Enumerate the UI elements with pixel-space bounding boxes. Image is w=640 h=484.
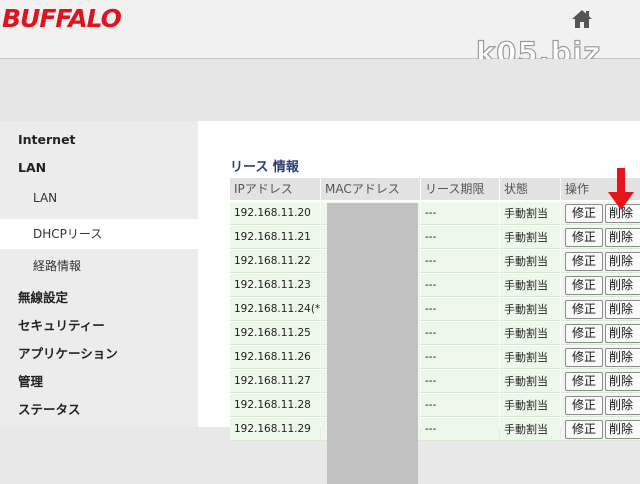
state-cell: 手動割当	[500, 274, 560, 297]
lease-expiry-cell: ---	[421, 274, 499, 297]
ip-address-cell: 192.168.11.27	[230, 370, 320, 393]
table-row: 192.168.11.25 --- 手動割当 修正 削除	[230, 322, 640, 346]
lease-expiry-cell: ---	[421, 202, 499, 225]
edit-button[interactable]: 修正	[565, 204, 603, 223]
delete-button[interactable]: 削除	[605, 324, 640, 343]
table-row: 192.168.11.23 --- 手動割当 修正 削除	[230, 274, 640, 298]
header: BUFFALO k05.biz	[0, 0, 640, 71]
table-row: 192.168.11.21 --- 手動割当 修正 削除	[230, 226, 640, 250]
ip-address-cell: 192.168.11.28	[230, 394, 320, 417]
operations-cell: 修正 削除	[561, 418, 640, 441]
ip-address-cell: 192.168.11.29	[230, 418, 320, 441]
lease-expiry-cell: ---	[421, 394, 499, 417]
edit-button[interactable]: 修正	[565, 252, 603, 271]
ip-address-cell: 192.168.11.26	[230, 346, 320, 369]
operations-cell: 修正 削除	[561, 370, 640, 393]
sidebar-item-7[interactable]: アプリケーション	[0, 341, 198, 367]
sidebar-item-9[interactable]: ステータス	[0, 397, 198, 423]
table-row: 192.168.11.29 --- 手動割当 修正 削除	[230, 418, 640, 442]
state-cell: 手動割当	[500, 226, 560, 249]
table-row: 192.168.11.24(*) --- 手動割当 修正 削除	[230, 298, 640, 322]
lease-expiry-cell: ---	[421, 226, 499, 249]
column-header-mac: MACアドレス	[321, 178, 420, 200]
home-icon[interactable]	[571, 8, 593, 30]
page-title: リース 情報	[230, 160, 299, 175]
state-cell: 手動割当	[500, 370, 560, 393]
delete-button[interactable]: 削除	[605, 396, 640, 415]
delete-button[interactable]: 削除	[605, 276, 640, 295]
arrow-down-icon	[608, 168, 634, 210]
sidebar-item-1[interactable]: LAN	[0, 155, 198, 181]
edit-button[interactable]: 修正	[565, 300, 603, 319]
operations-cell: 修正 削除	[561, 274, 640, 297]
buffalo-logo: BUFFALO	[2, 4, 122, 33]
column-header-state: 状態	[500, 178, 560, 200]
delete-button[interactable]: 削除	[605, 228, 640, 247]
delete-button[interactable]: 削除	[605, 420, 640, 439]
header-band	[0, 59, 640, 121]
delete-button[interactable]: 削除	[605, 252, 640, 271]
operations-cell: 修正 削除	[561, 226, 640, 249]
sidebar-item-2[interactable]: LAN	[0, 185, 198, 211]
state-cell: 手動割当	[500, 298, 560, 321]
lease-expiry-cell: ---	[421, 346, 499, 369]
lease-expiry-cell: ---	[421, 250, 499, 273]
table-header: IPアドレス MACアドレス リース期限 状態 操作	[230, 178, 640, 200]
ip-address-cell: 192.168.11.21	[230, 226, 320, 249]
state-cell: 手動割当	[500, 346, 560, 369]
table-row: 192.168.11.26 --- 手動割当 修正 削除	[230, 346, 640, 370]
state-cell: 手動割当	[500, 418, 560, 441]
state-cell: 手動割当	[500, 322, 560, 345]
operations-cell: 修正 削除	[561, 394, 640, 417]
column-header-ip: IPアドレス	[230, 178, 320, 200]
ip-address-cell: 192.168.11.22	[230, 250, 320, 273]
sidebar-item-5[interactable]: 無線設定	[0, 285, 198, 311]
table-row: 192.168.11.20 --- 手動割当 修正 削除	[230, 202, 640, 226]
sidebar-item-8[interactable]: 管理	[0, 369, 198, 395]
lease-expiry-cell: ---	[421, 370, 499, 393]
main-content: リース 情報 IPアドレス MACアドレス リース期限 状態 操作 192.16…	[198, 121, 640, 484]
operations-cell: 修正 削除	[561, 322, 640, 345]
edit-button[interactable]: 修正	[565, 276, 603, 295]
delete-button[interactable]: 削除	[605, 372, 640, 391]
table-row: 192.168.11.22 --- 手動割当 修正 削除	[230, 250, 640, 274]
lease-expiry-cell: ---	[421, 322, 499, 345]
table-row: 192.168.11.28 --- 手動割当 修正 削除	[230, 394, 640, 418]
operations-cell: 修正 削除	[561, 346, 640, 369]
table-row: 192.168.11.27 --- 手動割当 修正 削除	[230, 370, 640, 394]
lease-expiry-cell: ---	[421, 298, 499, 321]
sidebar-item-0[interactable]: Internet	[0, 127, 198, 153]
sidebar: Internet LAN LAN DHCPリース 経路情報 無線設定 セキュリティー アプリケ…	[0, 121, 198, 427]
edit-button[interactable]: 修正	[565, 348, 603, 367]
edit-button[interactable]: 修正	[565, 420, 603, 439]
operations-cell: 修正 削除	[561, 298, 640, 321]
sidebar-item-3[interactable]: DHCPリース	[0, 219, 198, 249]
edit-button[interactable]: 修正	[565, 372, 603, 391]
lease-expiry-cell: ---	[421, 418, 499, 441]
ip-address-cell: 192.168.11.25	[230, 322, 320, 345]
mac-address-redaction	[327, 203, 418, 484]
ip-address-cell: 192.168.11.24(*)	[230, 298, 324, 321]
edit-button[interactable]: 修正	[565, 228, 603, 247]
state-cell: 手動割当	[500, 394, 560, 417]
column-header-lease: リース期限	[421, 178, 499, 200]
state-cell: 手動割当	[500, 250, 560, 273]
sidebar-item-4[interactable]: 経路情報	[0, 253, 198, 279]
edit-button[interactable]: 修正	[565, 396, 603, 415]
ip-address-cell: 192.168.11.23	[230, 274, 320, 297]
edit-button[interactable]: 修正	[565, 324, 603, 343]
ip-address-cell: 192.168.11.20	[230, 202, 320, 225]
delete-button[interactable]: 削除	[605, 300, 640, 319]
delete-button[interactable]: 削除	[605, 348, 640, 367]
sidebar-item-6[interactable]: セキュリティー	[0, 313, 198, 339]
state-cell: 手動割当	[500, 202, 560, 225]
operations-cell: 修正 削除	[561, 250, 640, 273]
